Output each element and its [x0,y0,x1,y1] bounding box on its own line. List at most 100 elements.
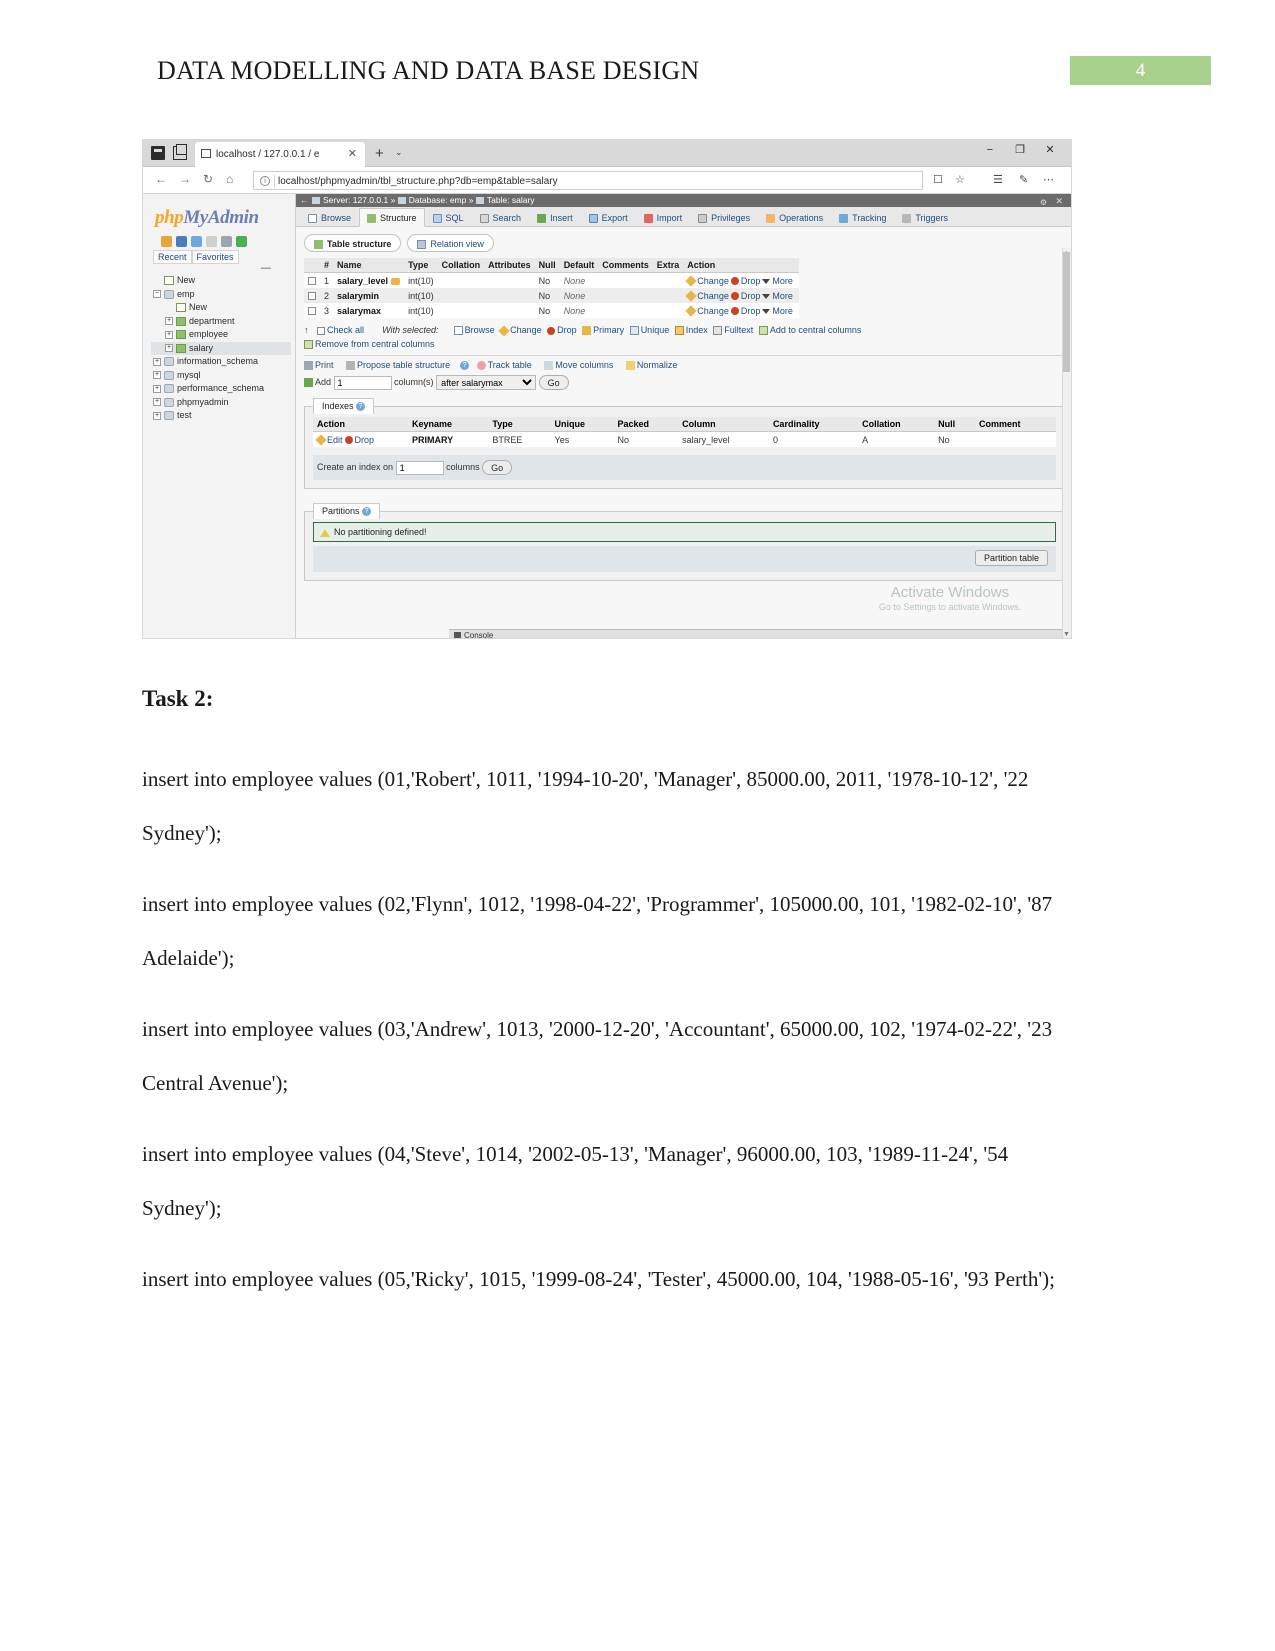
tree-item-new-table[interactable]: New [151,301,291,315]
tree-item-department[interactable]: + department [151,315,291,329]
create-index-go-button[interactable]: Go [482,460,513,476]
propose-table-structure-link[interactable]: Propose table structure [357,360,450,370]
row-checkbox[interactable] [308,277,316,286]
close-icon[interactable]: ✕ [348,142,357,167]
database-icon[interactable] [176,236,187,247]
remove-central-columns-action[interactable]: Remove from central columns [315,339,435,349]
documentation-icon[interactable] [191,236,202,247]
print-link[interactable]: Print [315,360,334,370]
change-action[interactable]: Change [510,325,542,335]
browse-action[interactable]: Browse [465,325,495,335]
tree-item-salary[interactable]: + salary [151,341,291,355]
add-central-columns-action[interactable]: Add to central columns [770,325,862,335]
tab-structure[interactable]: Structure [359,208,425,227]
tree-item-mysql[interactable]: + mysql [151,369,291,383]
change-link[interactable]: Change [697,276,729,286]
change-link[interactable]: Change [697,306,729,316]
recent-button[interactable]: Recent [153,250,192,264]
help-icon[interactable]: ? [460,361,470,371]
more-link[interactable]: More [772,276,793,286]
home-icon[interactable]: ⌂ [226,172,233,186]
favorite-star-icon[interactable]: ☆ [955,173,965,186]
back-icon[interactable]: ← [155,172,167,186]
expand-icon[interactable]: + [153,357,161,366]
subtab-relation-view[interactable]: Relation view [407,234,494,252]
tab-search[interactable]: Search [472,208,530,227]
browser-tab[interactable]: localhost / 127.0.0.1 / e ✕ [195,142,365,167]
tree-item-information-schema[interactable]: + information_schema [151,355,291,369]
drop-link[interactable]: Drop [741,306,761,316]
tree-item-test[interactable]: + test [151,409,291,423]
expand-icon[interactable]: + [153,411,161,420]
refresh-icon[interactable]: ↻ [203,172,213,186]
page-scrollbar[interactable]: ▲ ▼ [1062,248,1071,638]
change-link[interactable]: Change [697,291,729,301]
phpmyadmin-logo[interactable]: phpMyAdmin [155,207,285,229]
subtab-table-structure[interactable]: Table structure [304,234,402,252]
tab-import[interactable]: Import [636,208,691,227]
primary-action[interactable]: Primary [593,325,624,335]
new-tab-button[interactable]: + [375,144,384,164]
help-icon[interactable]: ? [356,402,366,412]
window-close-button[interactable]: ✕ [1035,143,1065,156]
scroll-down-icon[interactable]: ▼ [1063,631,1070,638]
chevron-down-icon[interactable]: ⌄ [395,147,403,158]
minimize-button[interactable]: − [975,144,1005,156]
tab-triggers[interactable]: Triggers [894,208,956,227]
expand-icon[interactable]: + [153,371,161,380]
fulltext-action[interactable]: Fulltext [724,325,753,335]
more-link[interactable]: More [772,291,793,301]
help-icon[interactable]: ? [362,507,372,517]
move-columns-link[interactable]: Move columns [555,360,613,370]
drop-link[interactable]: Drop [741,291,761,301]
tree-item-emp[interactable]: − emp [151,288,291,302]
add-column-go-button[interactable]: Go [538,375,569,391]
add-column-position-select[interactable]: after salarymax [436,375,537,391]
collapse-icon[interactable]: − [153,290,161,299]
create-index-count-input[interactable] [395,460,444,475]
partition-table-button[interactable]: Partition table [974,550,1048,567]
tab-sql[interactable]: SQL [425,208,472,227]
drop-action[interactable]: Drop [557,325,577,335]
tab-preview-icon[interactable] [173,144,187,160]
unique-action[interactable]: Unique [641,325,670,335]
url-input[interactable]: i localhost/phpmyadmin/tbl_structure.php… [253,171,923,190]
gear-icon[interactable] [221,236,232,247]
scroll-thumb[interactable] [1063,252,1070,372]
tree-item-phpmyadmin[interactable]: + phpmyadmin [151,396,291,410]
tree-item-new-root[interactable]: New [151,274,291,288]
tab-export[interactable]: Export [581,208,636,227]
select-all-arrow-icon[interactable]: ↑ [304,323,314,337]
breadcrumb-database[interactable]: Database: emp [409,195,467,205]
row-checkbox[interactable] [308,307,316,316]
row-checkbox[interactable] [308,292,316,301]
forward-icon[interactable]: → [179,172,191,186]
check-all-checkbox[interactable] [316,326,325,335]
add-column-count-input[interactable] [333,375,392,390]
expand-icon[interactable]: + [165,330,173,339]
tab-insert[interactable]: Insert [529,208,581,227]
track-table-link[interactable]: Track table [488,360,532,370]
breadcrumb-server[interactable]: Server: 127.0.0.1 [323,195,388,205]
expand-icon[interactable]: + [153,398,161,407]
notes-icon[interactable]: ✎ [1019,173,1028,186]
collapse-handle-icon[interactable]: ━━ [261,264,271,273]
maximize-button[interactable]: ❐ [1005,143,1035,156]
index-action[interactable]: Index [686,325,708,335]
expand-icon[interactable]: + [153,384,161,393]
favorites-bar-icon[interactable]: ☰ [993,173,1003,186]
console-bar[interactable]: Console [449,629,1071,638]
check-all-link[interactable]: Check all [327,325,364,335]
external-link-icon[interactable] [206,236,217,247]
tab-browse[interactable]: Browse [300,208,359,227]
home-icon[interactable] [161,236,172,247]
more-link[interactable]: More [772,306,793,316]
favorites-button[interactable]: Favorites [191,250,239,264]
back-icon[interactable]: ← [300,194,312,207]
expand-icon[interactable]: + [165,344,173,353]
tab-tracking[interactable]: Tracking [831,208,894,227]
refresh-icon[interactable] [236,236,247,247]
more-options-icon[interactable]: ⋯ [1043,173,1054,186]
normalize-link[interactable]: Normalize [637,360,678,370]
expand-icon[interactable]: + [165,317,173,326]
